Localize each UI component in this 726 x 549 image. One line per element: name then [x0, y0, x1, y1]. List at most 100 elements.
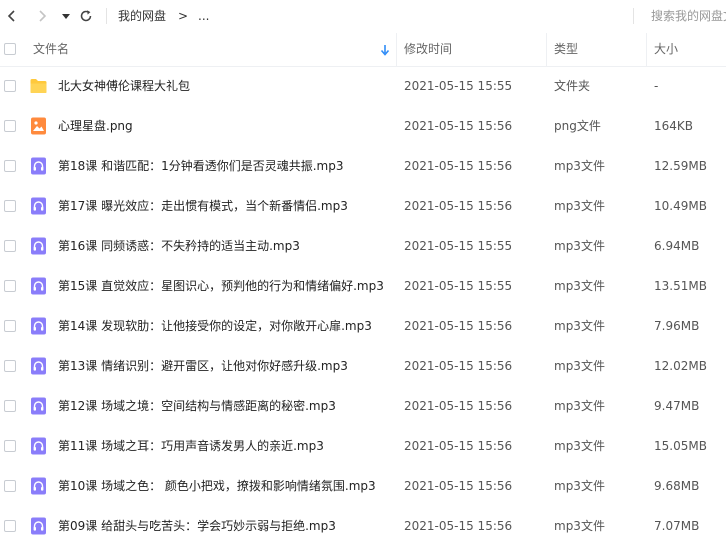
- chevron-left-icon: [7, 10, 15, 22]
- forward-button[interactable]: [32, 6, 52, 26]
- file-modified-time: 2021-05-15 15:56: [404, 519, 513, 533]
- file-row[interactable]: 第16课 同频诱惑：不失矜持的适当主动.mp3 2021-05-15 15:55 m…: [0, 226, 726, 266]
- file-name[interactable]: 第17课 曝光效应：走出惯有模式，当个新番情侣.mp3: [58, 186, 348, 226]
- toolbar: 我的网盘 > ...: [0, 0, 726, 32]
- file-type: mp3文件: [554, 399, 605, 413]
- audio-file-icon: [31, 357, 46, 375]
- file-row[interactable]: 心理星盘.png 2021-05-15 15:56 png文件 164KB: [0, 106, 726, 146]
- file-size: 7.96MB: [654, 319, 700, 333]
- audio-file-icon: [31, 277, 46, 295]
- file-type: mp3文件: [554, 479, 605, 493]
- sort-descending-icon[interactable]: [380, 44, 390, 56]
- column-header-name[interactable]: 文件名: [33, 33, 69, 66]
- column-header-size[interactable]: 大小: [654, 33, 678, 66]
- file-name[interactable]: 第15课 直觉效应：星图识心，预判他的行为和情绪偏好.mp3: [58, 266, 384, 306]
- audio-file-icon: [31, 397, 46, 415]
- file-modified-time: 2021-05-15 15:56: [404, 119, 513, 133]
- row-checkbox[interactable]: [4, 480, 16, 492]
- file-size: 13.51MB: [654, 279, 707, 293]
- file-modified-time: 2021-05-15 15:56: [404, 439, 513, 453]
- file-row[interactable]: 第18课 和谐匹配：1分钟看透你们是否灵魂共振.mp3 2021-05-15 15…: [0, 146, 726, 186]
- breadcrumb-separator: >: [178, 9, 189, 23]
- file-row[interactable]: 北大女神傅伦课程大礼包 2021-05-15 15:55 文件夹 -: [0, 66, 726, 106]
- audio-file-icon: [31, 197, 46, 215]
- file-modified-time: 2021-05-15 15:56: [404, 479, 513, 493]
- file-type: mp3文件: [554, 279, 605, 293]
- history-dropdown-button[interactable]: [56, 6, 76, 26]
- back-button[interactable]: [2, 6, 22, 26]
- column-divider: [646, 33, 647, 66]
- file-size: 6.94MB: [654, 239, 700, 253]
- file-name[interactable]: 第14课 发现软肋：让他接受你的设定，对你敞开心扉.mp3: [58, 306, 372, 346]
- row-checkbox[interactable]: [4, 200, 16, 212]
- file-type: png文件: [554, 119, 601, 133]
- chevron-right-icon: [39, 10, 47, 22]
- refresh-icon: [80, 10, 92, 22]
- column-header-type[interactable]: 类型: [554, 33, 578, 66]
- file-type: mp3文件: [554, 319, 605, 333]
- row-checkbox[interactable]: [4, 240, 16, 252]
- file-row[interactable]: 第11课 场域之耳：巧用声音诱发男人的亲近.mp3 2021-05-15 15:5…: [0, 426, 726, 466]
- breadcrumb-root[interactable]: 我的网盘: [118, 8, 166, 24]
- search-input[interactable]: [645, 6, 726, 26]
- file-size: -: [654, 79, 659, 93]
- file-size: 9.47MB: [654, 399, 700, 413]
- file-name[interactable]: 第18课 和谐匹配：1分钟看透你们是否灵魂共振.mp3: [58, 146, 343, 186]
- file-name[interactable]: 第10课 场域之色： 颜色小把戏，撩拨和影响情绪氛围.mp3: [58, 466, 376, 506]
- file-size: 12.59MB: [654, 159, 707, 173]
- row-checkbox[interactable]: [4, 320, 16, 332]
- row-checkbox[interactable]: [4, 80, 16, 92]
- image-file-icon: [31, 117, 46, 135]
- row-checkbox[interactable]: [4, 160, 16, 172]
- row-checkbox[interactable]: [4, 440, 16, 452]
- file-row[interactable]: 第15课 直觉效应：星图识心，预判他的行为和情绪偏好.mp3 2021-05-15…: [0, 266, 726, 306]
- file-name[interactable]: 第16课 同频诱惑：不失矜持的适当主动.mp3: [58, 226, 300, 266]
- column-divider: [546, 33, 547, 66]
- audio-file-icon: [31, 237, 46, 255]
- refresh-button[interactable]: [76, 6, 96, 26]
- file-row[interactable]: 第14课 发现软肋：让他接受你的设定，对你敞开心扉.mp3 2021-05-15 …: [0, 306, 726, 346]
- file-type: 文件夹: [554, 79, 591, 93]
- row-checkbox[interactable]: [4, 400, 16, 412]
- file-size: 9.68MB: [654, 479, 700, 493]
- file-row[interactable]: 第13课 情绪识别：避开雷区，让他对你好感升级.mp3 2021-05-15 15…: [0, 346, 726, 386]
- file-size: 15.05MB: [654, 439, 707, 453]
- row-checkbox[interactable]: [4, 360, 16, 372]
- audio-file-icon: [31, 317, 46, 335]
- search-divider: [633, 8, 634, 24]
- row-checkbox[interactable]: [4, 280, 16, 292]
- column-header-modified[interactable]: 修改时间: [404, 33, 452, 66]
- folder-icon: [30, 79, 47, 93]
- file-type: mp3文件: [554, 359, 605, 373]
- file-name[interactable]: 北大女神傅伦课程大礼包: [58, 66, 190, 106]
- file-list-header: 文件名 修改时间 类型 大小: [0, 33, 726, 67]
- breadcrumb-more[interactable]: ...: [198, 8, 209, 24]
- file-type: mp3文件: [554, 239, 605, 253]
- file-row[interactable]: 第12课 场域之境：空间结构与情感距离的秘密.mp3 2021-05-15 15:…: [0, 386, 726, 426]
- file-row[interactable]: 第17课 曝光效应：走出惯有模式，当个新番情侣.mp3 2021-05-15 15…: [0, 186, 726, 226]
- row-checkbox[interactable]: [4, 120, 16, 132]
- file-row[interactable]: 第10课 场域之色： 颜色小把戏，撩拨和影响情绪氛围.mp3 2021-05-15…: [0, 466, 726, 506]
- file-size: 164KB: [654, 119, 694, 133]
- row-checkbox[interactable]: [4, 520, 16, 532]
- file-row[interactable]: 第09课 给甜头与吃苦头：学会巧妙示弱与拒绝.mp3 2021-05-15 15:…: [0, 506, 726, 546]
- file-modified-time: 2021-05-15 15:55: [404, 279, 513, 293]
- file-name[interactable]: 第12课 场域之境：空间结构与情感距离的秘密.mp3: [58, 386, 336, 426]
- audio-file-icon: [31, 517, 46, 535]
- file-name[interactable]: 心理星盘.png: [58, 106, 133, 146]
- column-divider: [396, 33, 397, 66]
- file-type: mp3文件: [554, 439, 605, 453]
- file-name[interactable]: 第09课 给甜头与吃苦头：学会巧妙示弱与拒绝.mp3: [58, 506, 336, 546]
- file-name[interactable]: 第11课 场域之耳：巧用声音诱发男人的亲近.mp3: [58, 426, 324, 466]
- file-modified-time: 2021-05-15 15:55: [404, 79, 513, 93]
- audio-file-icon: [31, 477, 46, 495]
- file-size: 10.49MB: [654, 199, 707, 213]
- caret-down-icon: [62, 14, 70, 19]
- audio-file-icon: [31, 157, 46, 175]
- file-size: 12.02MB: [654, 359, 707, 373]
- file-type: mp3文件: [554, 519, 605, 533]
- file-type: mp3文件: [554, 199, 605, 213]
- toolbar-divider: [106, 8, 107, 24]
- file-name[interactable]: 第13课 情绪识别：避开雷区，让他对你好感升级.mp3: [58, 346, 348, 386]
- select-all-checkbox[interactable]: [4, 43, 16, 55]
